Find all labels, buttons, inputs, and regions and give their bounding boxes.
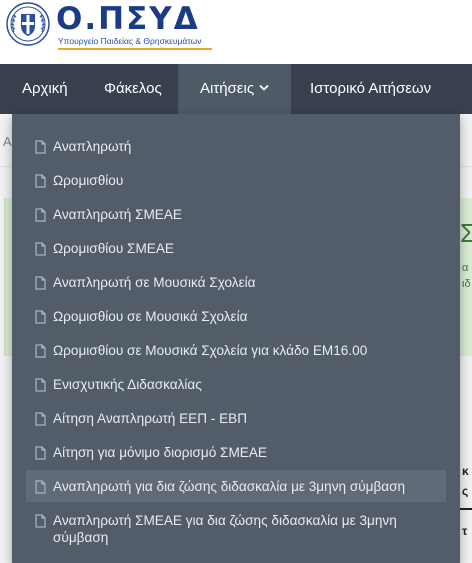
dropdown-item-label: Ωρομισθίου σε Μουσικά Σχολεία για κλάδο … — [53, 343, 368, 358]
document-icon — [35, 344, 46, 358]
document-icon — [35, 310, 46, 324]
dropdown-item-hourly-music[interactable]: Ωρομισθίου σε Μουσικά Σχολεία — [26, 308, 446, 325]
breadcrumb[interactable]: Α — [3, 134, 12, 149]
nav-item-history[interactable]: Ιστορικό Αιτήσεων — [310, 64, 431, 114]
nav-item-home[interactable]: Αρχική — [22, 64, 68, 114]
dropdown-item-hourly-smeae[interactable]: Ωρομισθίου ΣΜΕΑΕ — [26, 240, 446, 257]
dropdown-item-substitute[interactable]: Αναπληρωτή — [26, 138, 446, 155]
dropdown-item-eep-ebp[interactable]: Αίτηση Αναπληρωτή ΕΕΠ - ΕΒΠ — [26, 410, 446, 427]
nav-item-folder[interactable]: Φάκελος — [104, 64, 162, 114]
document-icon — [35, 378, 46, 392]
document-icon — [35, 174, 46, 188]
dropdown-item-permanent-smeae[interactable]: Αίτηση για μόνιμο διορισμό ΣΜΕΑΕ — [26, 444, 446, 461]
document-icon — [35, 480, 46, 494]
panel-text-line: α — [462, 262, 469, 274]
dropdown-item-label: Ωρομισθίου — [53, 173, 124, 188]
dropdown-item-hourly[interactable]: Ωρομισθίου — [26, 172, 446, 189]
dropdown-item-hourly-music-em16[interactable]: Ωρομισθίου σε Μουσικά Σχολεία για κλάδο … — [26, 342, 446, 359]
nav-item-applications[interactable]: Αιτήσεις — [178, 64, 291, 114]
document-icon — [35, 412, 46, 426]
dropdown-item-label: Αίτηση για μόνιμο διορισμό ΣΜΕΑΕ — [53, 445, 267, 460]
divider — [460, 508, 472, 510]
dropdown-item-label: Ωρομισθίου ΣΜΕΑΕ — [53, 241, 174, 256]
document-icon — [35, 514, 46, 528]
dropdown-item-label: Αίτηση Αναπληρωτή ΕΕΠ - ΕΒΠ — [53, 411, 248, 426]
document-icon — [35, 208, 46, 222]
document-icon — [35, 242, 46, 256]
content-text: τ — [462, 524, 468, 538]
nav-item-applications-label: Αιτήσεις — [199, 80, 255, 97]
greek-seal-icon[interactable] — [6, 2, 50, 46]
document-icon — [35, 140, 46, 154]
chevron-down-icon — [259, 84, 269, 91]
dropdown-item-label: Αναπληρωτή ΣΜΕΑΕ — [53, 207, 183, 222]
panel-text-line: ιδ — [462, 278, 471, 290]
brand-title[interactable]: Ο.ΠΣΥΔ — [56, 2, 200, 36]
main-navbar: Αρχική Φάκελος Αιτήσεις Ιστορικό Αιτήσεω… — [0, 64, 472, 114]
dropdown-item-substitute-music[interactable]: Αναπληρωτή σε Μουσικά Σχολεία — [26, 274, 446, 291]
dropdown-item-substitute-smeae-3month[interactable]: Αναπληρωτή ΣΜΕΑΕ για δια ζώσης διδασκαλί… — [26, 512, 446, 546]
document-icon — [35, 276, 46, 290]
dropdown-item-substitute-3month[interactable]: Αναπληρωτή για δια ζώσης διδασκαλία με 3… — [26, 470, 446, 502]
content-text: κ — [462, 464, 469, 478]
content-text: ς — [462, 484, 469, 498]
applications-dropdown-menu: Αναπληρωτή Ωρομισθίου Αναπληρωτή ΣΜΕΑΕ Ω… — [12, 114, 460, 563]
dropdown-item-label: Ωρομισθίου σε Μουσικά Σχολεία — [53, 309, 248, 324]
panel-heading: Σ — [460, 218, 472, 248]
dropdown-item-label: Ενισχυτικής Διδασκαλίας — [53, 377, 202, 392]
brand-subtitle: Υπουργείο Παιδείας & Θρησκευμάτων — [58, 36, 202, 46]
dropdown-item-label: Αναπληρωτή — [53, 139, 132, 154]
site-header: Ο.ΠΣΥΔ Υπουργείο Παιδείας & Θρησκευμάτων — [0, 0, 472, 64]
dropdown-item-remedial-teaching[interactable]: Ενισχυτικής Διδασκαλίας — [26, 376, 446, 393]
document-icon — [35, 446, 46, 460]
brand-underline — [58, 48, 212, 50]
dropdown-item-label: Αναπληρωτή σε Μουσικά Σχολεία — [53, 275, 256, 290]
dropdown-item-label: Αναπληρωτή για δια ζώσης διδασκαλία με 3… — [53, 479, 406, 494]
dropdown-item-label: Αναπληρωτή ΣΜΕΑΕ για δια ζώσης διδασκαλί… — [53, 513, 397, 545]
dropdown-item-substitute-smeae[interactable]: Αναπληρωτή ΣΜΕΑΕ — [26, 206, 446, 223]
